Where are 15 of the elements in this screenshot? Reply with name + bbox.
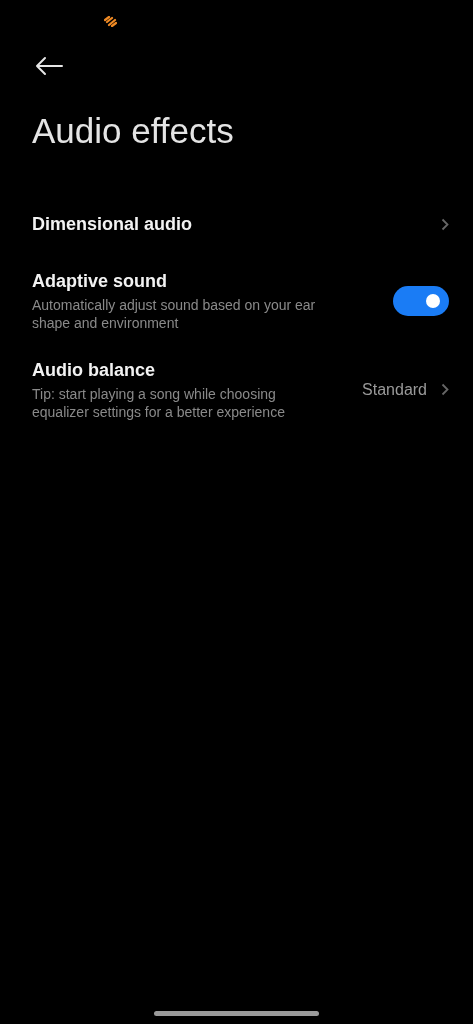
item-title: Adaptive sound xyxy=(32,270,168,293)
item-title: Dimensional audio xyxy=(32,213,194,236)
settings-item[interactable]: Audio balance Tip: start playing a song while choosing equalizer settings for a better experience Standard xyxy=(0,345,473,434)
item-title: Audio balance xyxy=(32,359,157,382)
chevron-icon xyxy=(441,383,449,396)
status-app-icon xyxy=(104,16,117,27)
item-description: Tip: start playing a song while choosing equalizer settings for a better experience xyxy=(32,385,286,421)
settings-item[interactable]: Adaptive sound Automatically adjust sound based on your ear shape and environment xyxy=(0,256,473,345)
back-icon[interactable] xyxy=(35,56,63,76)
settings-item[interactable]: Dimensional audio xyxy=(0,192,473,256)
chevron-icon xyxy=(441,217,449,231)
page-title: Audio effects xyxy=(32,110,235,152)
toggle-switch[interactable] xyxy=(393,285,449,316)
item-value: Standard xyxy=(362,380,427,399)
item-description: Automatically adjust sound based on your ear shape and environment xyxy=(32,296,317,332)
